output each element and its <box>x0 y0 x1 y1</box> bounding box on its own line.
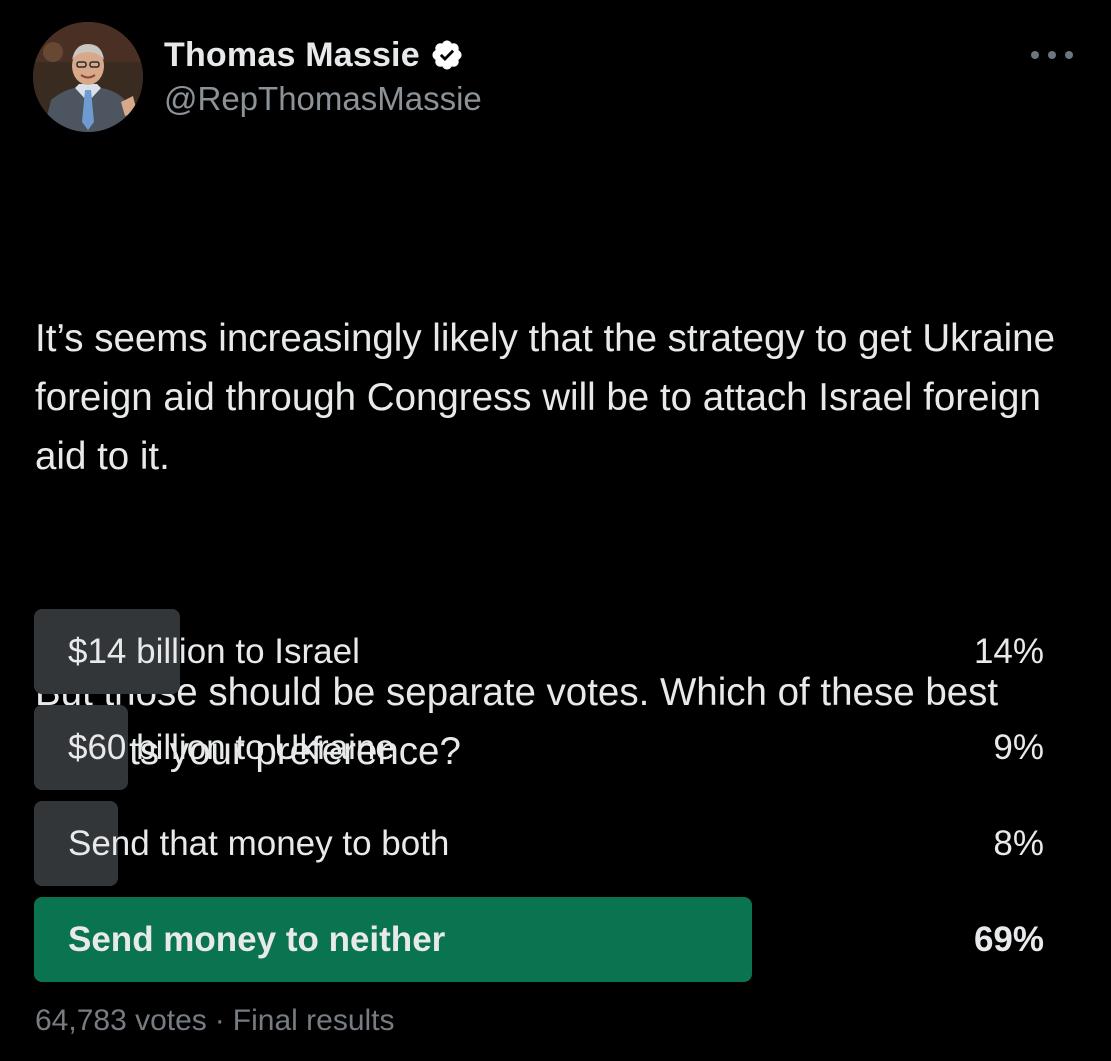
dot-icon <box>1048 51 1056 59</box>
poll-option-percent: 69% <box>973 920 1044 959</box>
dot-icon <box>1031 51 1039 59</box>
poll-option-label: $60 billion to Ukraine <box>68 728 395 767</box>
poll-votes-count: 64,783 votes <box>35 1004 207 1037</box>
poll-footer: 64,783 votes · Final results <box>35 1004 395 1038</box>
poll-option[interactable]: $14 billion to Israel 14% <box>34 609 1044 694</box>
verified-badge-icon <box>430 38 464 72</box>
poll-option-label: $14 billion to Israel <box>68 632 360 671</box>
poll-option[interactable]: Send money to neither 69% <box>34 897 1044 982</box>
poll-footer-separator: · <box>214 1004 225 1037</box>
tweet-card: Thomas Massie @RepThomasMassie It’s seem… <box>0 0 1111 1061</box>
dot-icon <box>1065 51 1073 59</box>
poll-option-percent: 9% <box>993 728 1044 767</box>
author-name[interactable]: Thomas Massie <box>164 36 420 75</box>
avatar[interactable] <box>33 22 143 132</box>
poll-option-percent: 8% <box>993 824 1044 863</box>
author-name-row[interactable]: Thomas Massie <box>164 34 464 76</box>
avatar-photo-icon <box>33 22 143 132</box>
poll: $14 billion to Israel 14% $60 billion to… <box>34 609 1044 993</box>
tweet-paragraph: It’s seems increasingly likely that the … <box>35 317 1066 478</box>
poll-option-percent: 14% <box>973 632 1044 671</box>
poll-option-label: Send money to neither <box>68 920 446 959</box>
poll-option-label: Send that money to both <box>68 824 450 863</box>
more-options-icon[interactable] <box>1031 50 1073 60</box>
author-handle[interactable]: @RepThomasMassie <box>164 80 482 118</box>
poll-option[interactable]: Send that money to both 8% <box>34 801 1044 886</box>
poll-option[interactable]: $60 billion to Ukraine 9% <box>34 705 1044 790</box>
poll-status: Final results <box>232 1004 395 1037</box>
